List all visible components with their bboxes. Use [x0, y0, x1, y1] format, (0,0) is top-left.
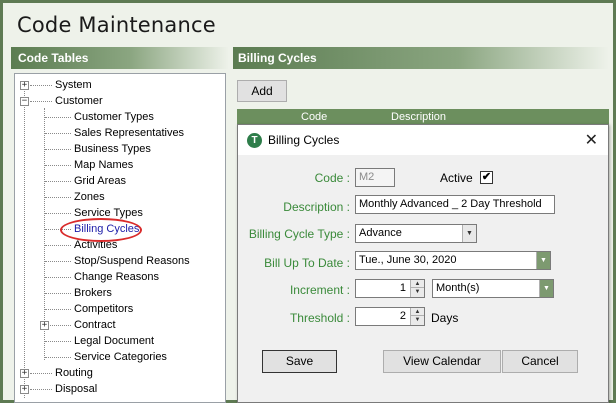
chevron-down-icon[interactable]: ▼	[462, 225, 476, 242]
tree-connector	[45, 357, 71, 358]
tree-item-system[interactable]: System	[55, 77, 92, 93]
save-button[interactable]: Save	[262, 350, 337, 373]
tree-connector	[45, 149, 71, 150]
tree-connector	[30, 373, 52, 374]
tree-item-customer-types[interactable]: Customer Types	[74, 109, 154, 125]
threshold-stepper[interactable]: 2 ▲ ▼	[355, 307, 425, 326]
dialog-titlebar[interactable]: T Billing Cycles ✕	[238, 125, 608, 155]
tree-connector	[30, 101, 52, 102]
add-button[interactable]: Add	[237, 80, 287, 102]
threshold-spinner[interactable]: ▲ ▼	[410, 308, 424, 325]
tree-item-stop-suspend-reasons[interactable]: Stop/Suspend Reasons	[74, 253, 190, 269]
cancel-button[interactable]: Cancel	[502, 350, 578, 373]
tree-connector	[30, 389, 52, 390]
highlight-oval	[60, 218, 142, 242]
app-logo-icon: T	[247, 133, 262, 148]
code-tables-header: Code Tables	[11, 47, 229, 69]
tree-item-change-reasons[interactable]: Change Reasons	[74, 269, 159, 285]
expand-plus-icon[interactable]: +	[20, 385, 29, 394]
threshold-unit-label: Days	[431, 311, 459, 325]
description-label: Description :	[283, 200, 350, 214]
active-label: Active	[440, 171, 473, 185]
threshold-label: Threshold :	[289, 311, 350, 325]
bill-up-to-date-label: Bill Up To Date :	[264, 256, 350, 270]
tree-connector	[45, 165, 71, 166]
tree-connector	[45, 213, 71, 214]
tree-connector	[45, 261, 71, 262]
code-label: Code :	[314, 171, 350, 185]
spin-down-icon[interactable]: ▼	[411, 316, 424, 324]
threshold-value: 2	[399, 310, 406, 322]
chevron-down-icon[interactable]: ▼	[539, 280, 553, 297]
tree-item-service-categories[interactable]: Service Categories	[74, 349, 167, 365]
app-title: Code Maintenance	[17, 13, 216, 37]
spin-up-icon[interactable]: ▲	[411, 280, 424, 288]
active-checkbox[interactable]: ✔	[480, 171, 493, 184]
dialog-title: Billing Cycles	[268, 133, 340, 147]
tree-item-disposal[interactable]: Disposal	[55, 381, 97, 397]
tree-item-business-types[interactable]: Business Types	[74, 141, 151, 157]
tree-item-zones[interactable]: Zones	[74, 189, 105, 205]
increment-unit-select[interactable]: Month(s) ▼	[432, 279, 554, 298]
column-header-description[interactable]: Description	[391, 111, 446, 123]
tree-item-map-names[interactable]: Map Names	[74, 157, 133, 173]
tree-connector	[45, 133, 71, 134]
tree-connector	[45, 341, 71, 342]
spin-down-icon[interactable]: ▼	[411, 288, 424, 296]
tree-connector	[45, 277, 71, 278]
expand-plus-icon[interactable]: +	[40, 321, 49, 330]
increment-stepper[interactable]: 1 ▲ ▼	[355, 279, 425, 298]
bill-up-to-date-value: Tue., June 30, 2020	[359, 254, 457, 266]
tree-connector	[45, 245, 71, 246]
tree-item-competitors[interactable]: Competitors	[74, 301, 133, 317]
expand-plus-icon[interactable]: +	[20, 369, 29, 378]
tree-connector	[45, 309, 71, 310]
app-window: Code Maintenance Code Tables Billing Cyc…	[0, 0, 616, 403]
tree-connector	[45, 117, 71, 118]
bill-up-to-date-picker[interactable]: Tue., June 30, 2020 ▼	[355, 251, 551, 270]
tree-item-legal-document[interactable]: Legal Document	[74, 333, 154, 349]
tree-item-sales-representatives[interactable]: Sales Representatives	[74, 125, 184, 141]
tree-connector	[30, 85, 52, 86]
tree-connector	[45, 197, 71, 198]
calendar-dropdown-icon[interactable]: ▼	[536, 252, 550, 269]
billing-cycle-type-label: Billing Cycle Type :	[248, 227, 350, 241]
code-tables-tree[interactable]: + System − Customer Customer Types Sales…	[14, 73, 226, 403]
tree-item-customer[interactable]: Customer	[55, 93, 103, 109]
tree-item-routing[interactable]: Routing	[55, 365, 93, 381]
billing-cycles-dialog: T Billing Cycles ✕ Code : M2 Active ✔ De…	[237, 124, 609, 403]
column-header-code[interactable]: Code	[301, 111, 327, 123]
description-field[interactable]: Monthly Advanced _ 2 Day Threshold	[355, 195, 555, 214]
increment-value: 1	[399, 282, 406, 294]
expand-plus-icon[interactable]: +	[20, 81, 29, 90]
increment-unit-value: Month(s)	[436, 282, 480, 294]
tree-item-grid-areas[interactable]: Grid Areas	[74, 173, 126, 189]
billing-cycles-header: Billing Cycles	[233, 47, 609, 69]
tree-connector	[45, 181, 71, 182]
tree-item-brokers[interactable]: Brokers	[74, 285, 112, 301]
close-icon[interactable]: ✕	[585, 130, 598, 150]
tree-connector	[50, 325, 71, 326]
tree-item-contract[interactable]: Contract	[74, 317, 116, 333]
tree-connector	[45, 293, 71, 294]
billing-cycle-type-value: Advance	[359, 227, 402, 239]
billing-cycle-type-select[interactable]: Advance ▼	[355, 224, 477, 243]
view-calendar-button[interactable]: View Calendar	[383, 350, 501, 373]
increment-spinner[interactable]: ▲ ▼	[410, 280, 424, 297]
code-field[interactable]: M2	[355, 168, 395, 187]
collapse-minus-icon[interactable]: −	[20, 97, 29, 106]
spin-up-icon[interactable]: ▲	[411, 308, 424, 316]
increment-label: Increment :	[289, 283, 350, 297]
tree-connector	[24, 82, 25, 398]
